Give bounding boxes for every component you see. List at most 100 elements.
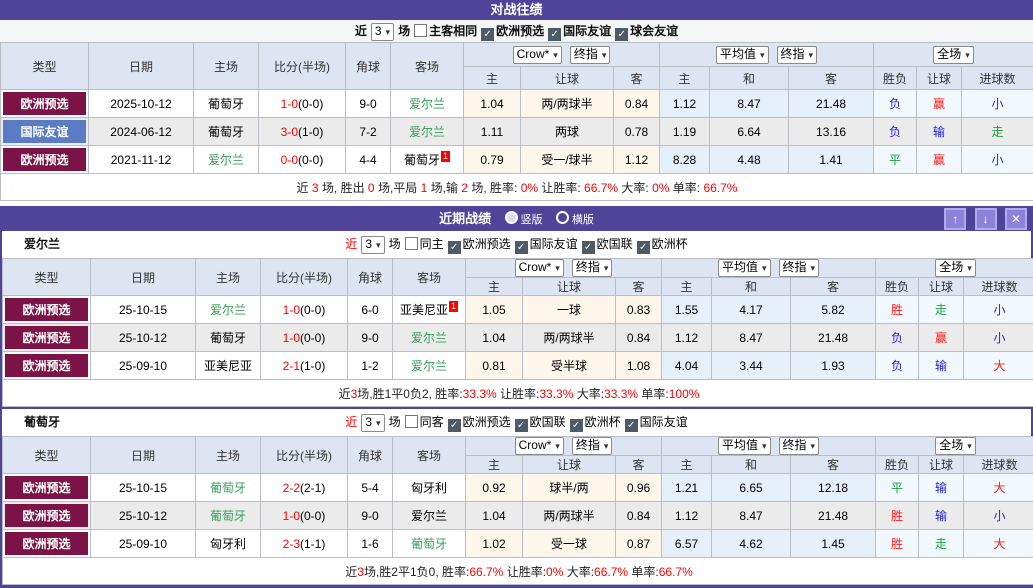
odds-cell: 1.12	[662, 502, 712, 530]
league-badge: 欧洲预选	[5, 354, 88, 377]
summary-value: 0%	[652, 181, 669, 195]
odds-cell: 受一/球半	[521, 146, 614, 174]
team-name: 葡萄牙	[208, 97, 244, 111]
odds-cell: 3.44	[712, 352, 791, 380]
checked-checkbox[interactable]: ✓	[625, 419, 638, 432]
near-count-select[interactable]: 3▾	[361, 414, 384, 432]
chevron-down-icon: ▾	[555, 441, 560, 451]
team-filter-portugal: 近3▾场同客✓欧洲预选✓欧国联✓欧洲杯✓国际友谊	[345, 415, 687, 429]
col-header-avg-away: 客	[791, 278, 876, 296]
crow-source-select[interactable]: Crow*▾	[515, 437, 564, 455]
odds-cell: 1.41	[789, 146, 874, 174]
away-team-cell: 葡萄牙1	[391, 146, 464, 174]
average-source-select[interactable]: 平均值▾	[716, 46, 769, 64]
final-odds-select[interactable]: 终指▾	[570, 46, 611, 64]
away-team-cell: 爱尔兰	[393, 502, 466, 530]
col-header-type: 类型	[3, 437, 91, 474]
result-cell: 负	[874, 90, 917, 118]
odds-cell: 0.92	[466, 474, 523, 502]
horizontal-layout-radio[interactable]	[556, 211, 569, 224]
checked-checkbox[interactable]: ✓	[448, 241, 461, 254]
summary-text: 让胜率:	[503, 565, 546, 579]
crow-source-select[interactable]: Crow*▾	[513, 46, 562, 64]
fulltime-score: 2-1	[283, 359, 300, 373]
final-odds-select-2[interactable]: 终指▾	[779, 259, 820, 277]
odds-cell: 8.47	[712, 324, 791, 352]
chevron-down-icon: ▾	[555, 263, 560, 273]
col-header-avg-home: 主	[660, 67, 710, 90]
chevron-down-icon: ▾	[965, 50, 970, 60]
checked-checkbox[interactable]: ✓	[481, 28, 494, 41]
filter-checkbox-group: ✓欧洲预选	[481, 24, 544, 38]
team-name: 爱尔兰	[208, 153, 244, 167]
vertical-layout-radio[interactable]	[505, 211, 518, 224]
near-count-select[interactable]: 3▾	[371, 23, 394, 41]
summary-text: 近	[297, 181, 312, 195]
league-cell: 国际友谊	[1, 118, 89, 146]
near-count-select[interactable]: 3▾	[361, 236, 384, 254]
fulltime-select[interactable]: 全场▾	[933, 46, 974, 64]
fulltime-select[interactable]: 全场▾	[935, 259, 976, 277]
move-up-button[interactable]: ↑	[944, 208, 966, 230]
final-odds-select-2[interactable]: 终指▾	[777, 46, 818, 64]
horizontal-layout-label[interactable]: 横版	[572, 214, 594, 226]
col-header-crow-handicap: 让球	[523, 456, 616, 474]
checked-checkbox[interactable]: ✓	[515, 241, 528, 254]
col-header-home: 主场	[196, 437, 261, 474]
average-source-select[interactable]: 平均值▾	[718, 437, 771, 455]
team-header-portugal: 葡萄牙 近3▾场同客✓欧洲预选✓欧国联✓欧洲杯✓国际友谊	[2, 409, 1031, 436]
odds-cell: 1.12	[614, 146, 660, 174]
move-down-button[interactable]: ↓	[975, 208, 997, 230]
checked-checkbox[interactable]: ✓	[515, 419, 528, 432]
filter-checkbox-group: ✓欧洲预选	[448, 415, 511, 429]
summary-value: 3	[312, 181, 319, 195]
league-badge: 国际友谊	[3, 120, 86, 143]
near-count-select-value: 3	[365, 415, 372, 429]
odds-group-crow: Crow*▾ 终指▾	[466, 259, 662, 278]
filter-checkbox-group: ✓欧洲杯	[637, 237, 688, 251]
checked-checkbox[interactable]: ✓	[582, 241, 595, 254]
summary-text: 场, 胜率:	[468, 181, 521, 195]
table-row: 欧洲预选25-09-10亚美尼亚2-1(1-0)1-2爱尔兰0.81受半球1.0…	[3, 352, 1033, 380]
col-header-crow-handicap: 让球	[521, 67, 614, 90]
average-source-select-value: 平均值	[722, 438, 758, 452]
vertical-layout-label[interactable]: 竖版	[521, 214, 543, 226]
sup-red-badge: 1	[441, 151, 450, 162]
h2h-title: 对战往绩	[0, 0, 1033, 20]
odds-cell: 4.04	[662, 352, 712, 380]
final-odds-select[interactable]: 终指▾	[572, 437, 613, 455]
col-header-wdl: 胜负	[876, 278, 919, 296]
unchecked-checkbox[interactable]	[405, 237, 418, 250]
final-odds-select[interactable]: 终指▾	[572, 259, 613, 277]
home-team-cell: 葡萄牙	[196, 502, 261, 530]
result-cell: 小	[964, 324, 1033, 352]
odds-cell: 6.64	[710, 118, 789, 146]
fulltime-score: 1-0	[283, 509, 300, 523]
result-cell: 输	[919, 352, 964, 380]
col-header-date: 日期	[91, 259, 196, 296]
average-source-select[interactable]: 平均值▾	[718, 259, 771, 277]
checked-checkbox[interactable]: ✓	[615, 28, 628, 41]
fulltime-select[interactable]: 全场▾	[935, 437, 976, 455]
odds-cell: 6.57	[662, 530, 712, 558]
league-badge: 欧洲预选	[5, 504, 88, 527]
result-cell: 输	[919, 502, 964, 530]
score-cell: 1-0(0-0)	[259, 90, 346, 118]
result-cell: 走	[919, 296, 964, 324]
final-odds-select-2[interactable]: 终指▾	[779, 437, 820, 455]
date-cell: 25-09-10	[91, 352, 196, 380]
close-button[interactable]: ✕	[1005, 208, 1027, 230]
checked-checkbox[interactable]: ✓	[637, 241, 650, 254]
home-team-cell: 爱尔兰	[196, 296, 261, 324]
crow-source-select[interactable]: Crow*▾	[515, 259, 564, 277]
checked-checkbox[interactable]: ✓	[548, 28, 561, 41]
unchecked-checkbox[interactable]	[405, 415, 418, 428]
home-team-cell: 葡萄牙	[194, 90, 259, 118]
checked-checkbox[interactable]: ✓	[448, 419, 461, 432]
table-row: 国际友谊2024-06-12葡萄牙3-0(1-0)7-2爱尔兰1.11两球0.7…	[1, 118, 1033, 146]
summary-row: 近3场,胜1平0负2, 胜率:33.3% 让胜率:33.3% 大率:33.3% …	[3, 380, 1033, 407]
checked-checkbox[interactable]: ✓	[570, 419, 583, 432]
col-header-date: 日期	[89, 43, 194, 90]
unchecked-checkbox[interactable]	[414, 24, 427, 37]
summary-text: 让胜率:	[538, 181, 584, 195]
